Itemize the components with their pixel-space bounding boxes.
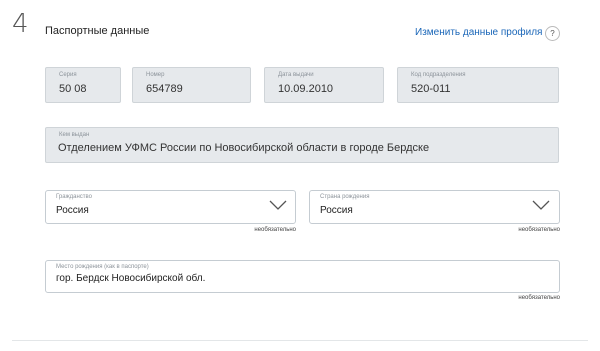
citizenship-label: Гражданство [56,194,92,200]
series-field: Серия 50 08 [45,67,121,103]
issued-by-label: Кем выдан [59,132,90,138]
birth-country-value: Россия [320,205,353,216]
citizenship-optional-note: необязательно [254,227,296,233]
section-divider [12,340,588,341]
number-value: 654789 [146,83,183,95]
number-label: Номер [146,72,165,78]
edit-profile-link[interactable]: Изменить данные профиля [415,27,542,38]
issued-by-value: Отделением УФМС России по Новосибирской … [58,142,430,154]
division-code-label: Код подразделения [411,72,466,78]
citizenship-select[interactable]: Гражданство Россия [45,190,296,224]
number-field: Номер 654789 [132,67,251,103]
chevron-down-icon[interactable] [268,199,288,211]
birth-place-optional-note: необязательно [518,295,560,301]
birth-place-value: гор. Бердск Новосибирской обл. [56,273,206,284]
chevron-down-icon[interactable] [531,199,551,211]
series-value: 50 08 [59,83,87,95]
birth-place-input[interactable]: Место рождения (как в паспорте) гор. Бер… [45,260,560,293]
issued-by-field: Кем выдан Отделением УФМС России по Ново… [45,127,559,163]
birth-place-label: Место рождения (как в паспорте) [56,264,149,270]
division-code-field: Код подразделения 520-011 [397,67,559,103]
section-title: Паспортные данные [45,25,150,37]
help-icon[interactable]: ? [545,26,560,41]
citizenship-value: Россия [56,205,89,216]
step-number: 4 [12,9,29,39]
birth-country-optional-note: необязательно [518,227,560,233]
birth-country-label: Страна рождения [320,194,370,200]
issue-date-label: Дата выдачи [278,72,314,78]
birth-country-select[interactable]: Страна рождения Россия [309,190,560,224]
issue-date-value: 10.09.2010 [278,83,334,95]
issue-date-field: Дата выдачи 10.09.2010 [264,67,384,103]
series-label: Серия [59,72,77,78]
division-code-value: 520-011 [411,83,451,95]
